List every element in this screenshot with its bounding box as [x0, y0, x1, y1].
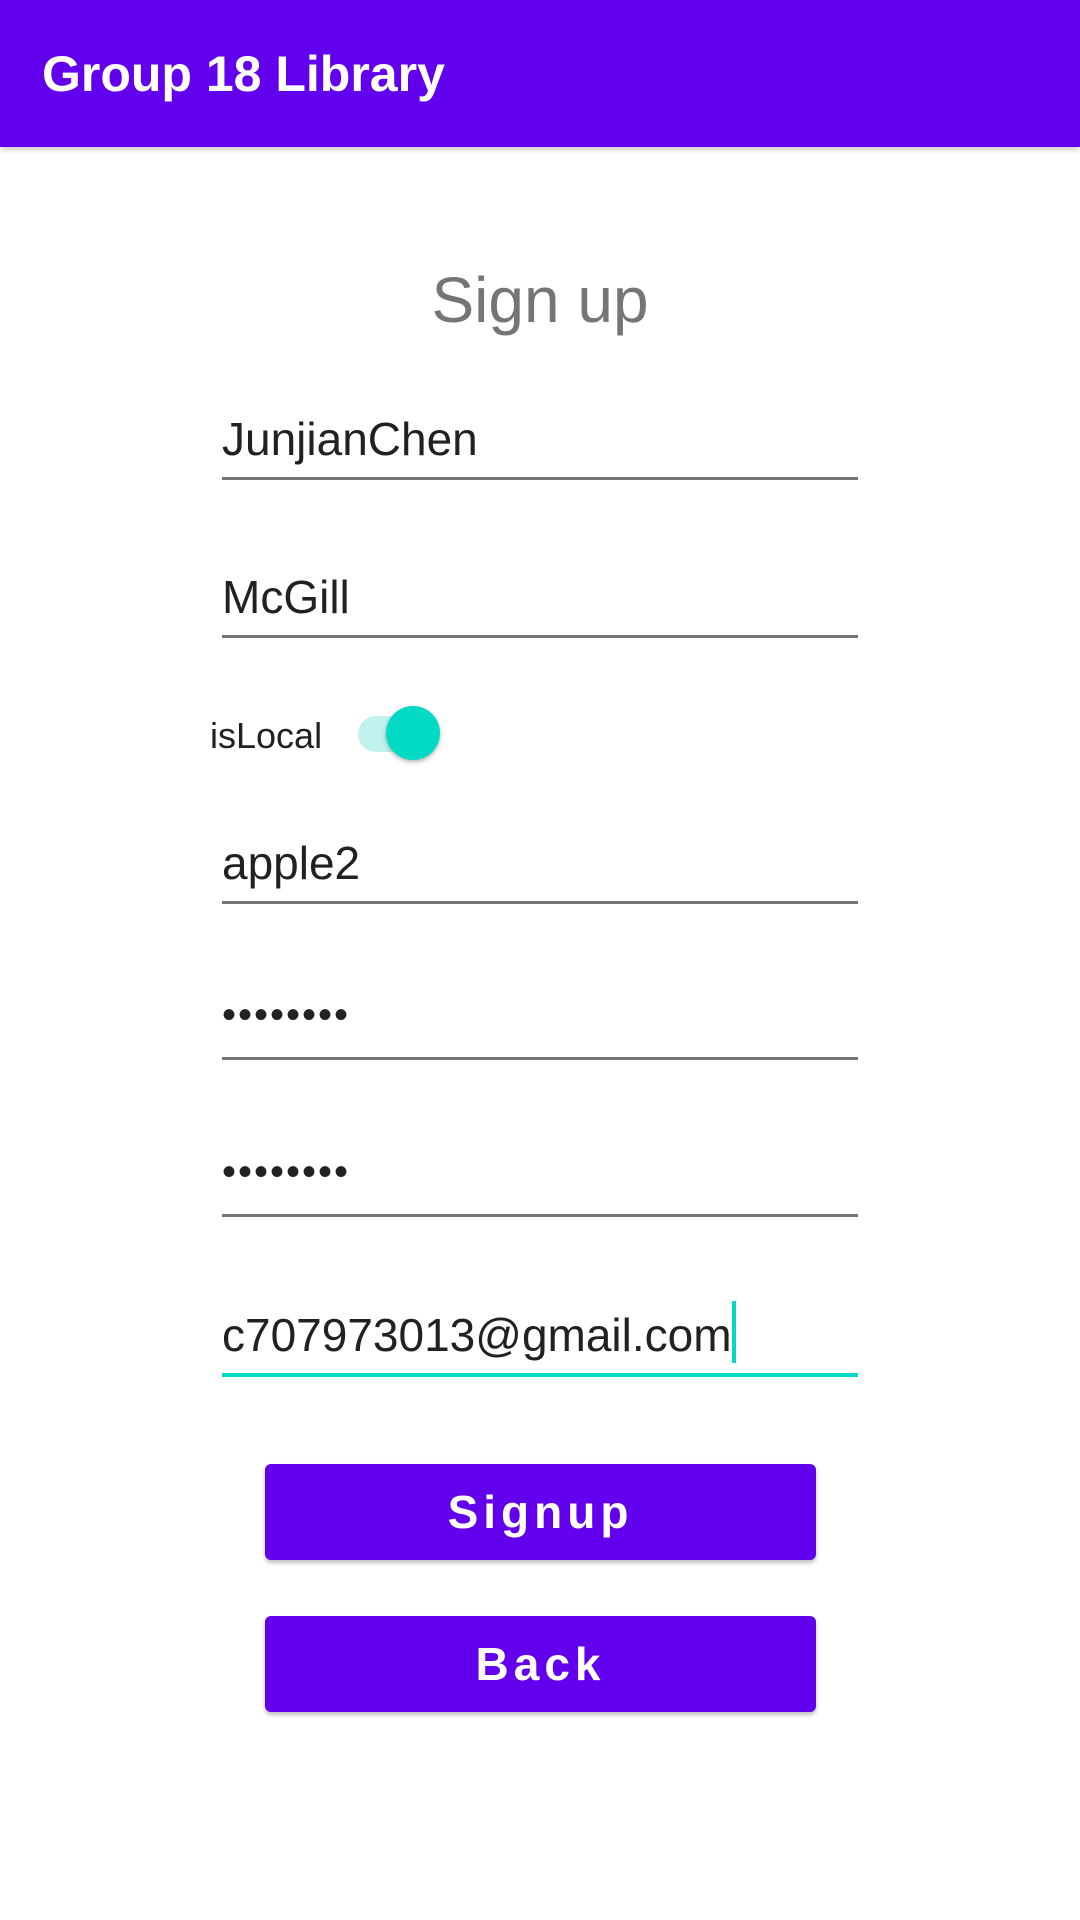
username-field[interactable]: apple2	[222, 824, 858, 904]
page-title: Sign up	[431, 264, 649, 336]
confirm-password-field[interactable]: ••••••••	[222, 1137, 858, 1217]
email-field-value-wrap: c707973013@gmail.com	[222, 1301, 736, 1363]
app-title: Group 18 Library	[42, 46, 445, 102]
school-field[interactable]: McGill	[222, 558, 858, 638]
app-bar: Group 18 Library	[0, 0, 1080, 147]
name-field-value: JunjianChen	[222, 413, 478, 465]
email-field-value: c707973013@gmail.com	[222, 1309, 732, 1361]
school-field-value: McGill	[222, 571, 350, 623]
name-field[interactable]: JunjianChen	[222, 400, 858, 480]
confirm-password-field-value: ••••••••	[222, 1150, 351, 1194]
password-field-value: ••••••••	[222, 993, 351, 1037]
text-caret	[731, 1301, 736, 1363]
signup-button[interactable]: Signup	[265, 1464, 816, 1560]
username-field-value: apple2	[222, 837, 361, 889]
password-field[interactable]: ••••••••	[222, 980, 858, 1060]
email-field[interactable]: c707973013@gmail.com	[222, 1297, 858, 1377]
back-button[interactable]: Back	[265, 1616, 816, 1712]
is-local-label: isLocal	[210, 715, 323, 756]
is-local-switch-thumb[interactable]	[386, 706, 440, 760]
